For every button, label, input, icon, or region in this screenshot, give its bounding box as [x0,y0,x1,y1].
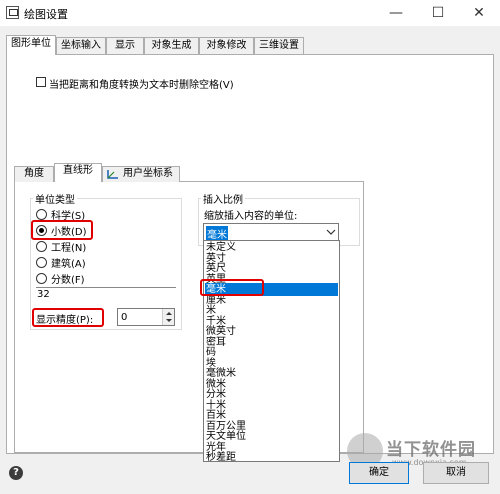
tab-display[interactable]: 显示 [106,37,144,54]
radio-fractional[interactable] [36,273,47,284]
help-icon[interactable]: ? [9,466,23,480]
inner-tab-ucs-label: 用户坐标系 [123,168,173,179]
tab-object-create[interactable]: 对象生成 [144,37,199,54]
radio-scientific[interactable] [36,209,47,220]
watermark-brand: 当下软件园 [386,440,476,460]
radio-decimal[interactable] [36,225,47,236]
remove-spaces-checkbox[interactable] [36,77,46,87]
inner-tab-angle[interactable]: 角度 [14,166,54,182]
tab-drawing-units[interactable]: 图形单位 [6,35,56,55]
minimize-button[interactable]: — [383,3,409,23]
maximize-button[interactable]: ☐ [425,3,451,23]
millimeter-highlight [200,279,264,296]
close-button[interactable]: ✕ [466,3,492,23]
chevron-down-icon[interactable] [324,225,338,239]
tab-object-modify[interactable]: 对象修改 [199,37,254,54]
radio-architectural-label: 建筑(A) [51,259,86,270]
remove-spaces-label: 当把距离和角度转换为文本时删除空格(V) [49,80,234,91]
radio-decimal-label: 小数(D) [51,227,87,238]
insert-units-selected: 毫米 [206,226,228,241]
radio-fractional-label: 分数(F) [51,275,85,286]
precision-label: 显示精度(P): [36,315,94,326]
tab-coordinate-input[interactable]: 坐标输入 [56,37,106,54]
inner-tab-linear[interactable]: 直线形 [54,163,102,182]
cancel-button[interactable]: 取消 [423,462,489,484]
unit-type-legend: 单位类型 [33,191,77,206]
sample-output: 32 [37,289,50,300]
inner-tab-ucs[interactable]: 用户坐标系 [102,166,180,182]
spinner-buttons[interactable] [162,309,174,325]
ucs-icon [107,169,119,179]
insert-scale-legend: 插入比例 [201,191,245,206]
radio-engineering[interactable] [36,241,47,252]
insert-units-dropdown[interactable]: 毫米 [203,223,339,241]
insert-units-list: 未定义 英寸 英尺 英里 毫米 厘米 米 千米 微英寸 密耳 码 埃 毫微米 微… [203,240,340,462]
app-icon [6,6,19,19]
tab-3d-settings[interactable]: 三维设置 [254,37,304,54]
sample-separator [36,287,176,288]
radio-architectural[interactable] [36,257,47,268]
precision-value: 0 [121,312,128,323]
radio-engineering-label: 工程(N) [51,243,87,254]
window-title: 绘图设置 [24,8,68,21]
list-item[interactable]: 秒差距 [205,451,338,461]
precision-spinner[interactable]: 0 [117,308,175,326]
ok-button[interactable]: 确定 [349,462,409,484]
insert-scale-label: 缩放插入内容的单位: [204,211,298,222]
